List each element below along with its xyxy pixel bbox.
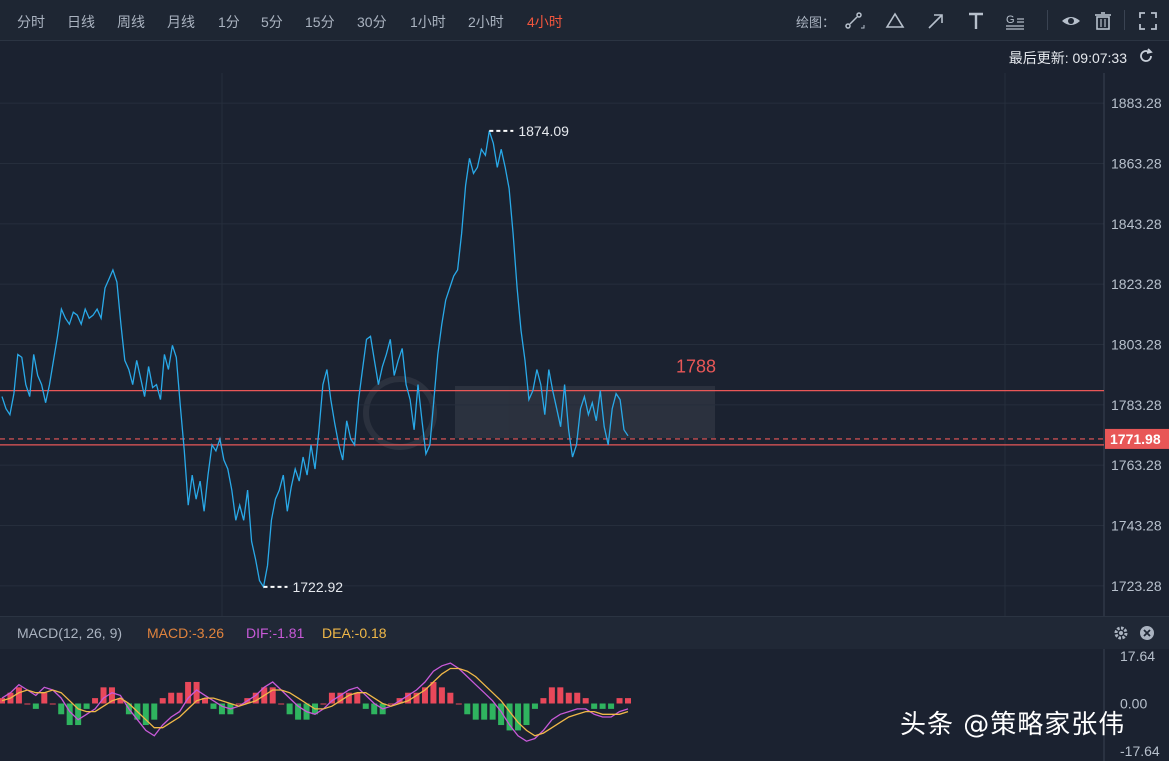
macd-bar	[286, 703, 293, 715]
macd-bar	[41, 692, 48, 704]
draw-label: 绘图：	[796, 15, 836, 30]
triangle-icon[interactable]	[884, 10, 906, 32]
eye-icon[interactable]	[1060, 10, 1082, 32]
macd-bar	[15, 687, 22, 704]
macd-bar	[32, 703, 39, 709]
fullscreen-icon[interactable]	[1137, 10, 1159, 32]
tab-monthly[interactable]: 月线	[167, 12, 195, 32]
y-tick-label: 1883.28	[1111, 95, 1162, 111]
macd-bar	[523, 703, 530, 726]
tab-4hour[interactable]: 4小时	[527, 12, 563, 32]
level-label: 1788	[676, 357, 716, 377]
macd-bar	[328, 692, 335, 704]
update-bar: 最后更新: 09:07:33	[0, 41, 1169, 73]
y-tick-label: 1743.28	[1111, 518, 1162, 534]
macd-bar	[548, 687, 555, 704]
macd-bar	[531, 703, 538, 709]
toolbar-divider	[1124, 10, 1125, 30]
arrow-icon[interactable]	[925, 10, 947, 32]
macd-y-axis: 17.640.00-17.64	[1120, 649, 1160, 759]
macd-bar	[574, 692, 581, 704]
toolbar-divider	[1047, 10, 1048, 30]
svg-text:G: G	[1006, 14, 1015, 26]
macd-bar	[506, 703, 513, 731]
macd-bar	[608, 703, 615, 709]
tab-weekly[interactable]: 周线	[117, 12, 145, 32]
macd-bar	[438, 687, 445, 704]
macd-bar	[151, 703, 158, 720]
dif-value: DIF:-1.81	[246, 625, 305, 641]
macd-bar	[159, 698, 166, 704]
y-tick-label: 1723.28	[1111, 578, 1162, 594]
macd-bar	[24, 703, 31, 705]
macd-bar	[278, 703, 285, 705]
macd-y-tick-label: 17.64	[1120, 649, 1155, 664]
macd-bar	[354, 692, 361, 704]
extreme-label: 1722.92	[292, 579, 343, 595]
y-tick-label: 1803.28	[1111, 337, 1162, 353]
macd-value: MACD:-3.26	[147, 625, 225, 641]
tab-15min[interactable]: 15分	[305, 12, 335, 32]
macd-bar	[92, 698, 99, 704]
timeframe-toolbar: 分时 日线 周线 月线 1分 5分 15分 30分 1小时 2小时 4小时 绘图…	[0, 0, 1169, 41]
tab-daily[interactable]: 日线	[67, 12, 95, 32]
y-tick-label: 1843.28	[1111, 216, 1162, 232]
macd-bar	[210, 703, 217, 709]
macd-bar	[616, 698, 623, 704]
macd-bar	[58, 703, 65, 715]
tab-5min[interactable]: 5分	[261, 12, 283, 32]
macd-bar	[565, 692, 572, 704]
macd-bar	[168, 692, 175, 704]
macd-bar	[599, 703, 606, 709]
macd-bar	[540, 698, 547, 704]
tab-1hour[interactable]: 1小时	[410, 12, 446, 32]
macd-bar	[591, 703, 598, 709]
high-low-markers: 1874.09 1722.92	[263, 123, 569, 595]
fibonacci-icon[interactable]: G	[1004, 10, 1026, 32]
macd-bar	[320, 703, 327, 705]
macd-bar	[582, 698, 589, 704]
last-update-text: 最后更新: 09:07:33	[1008, 50, 1127, 66]
y-tick-label: 1823.28	[1111, 276, 1162, 292]
macd-bar	[557, 687, 564, 704]
macd-bar	[472, 703, 479, 720]
tab-fenshi[interactable]: 分时	[17, 12, 45, 32]
macd-bar	[176, 692, 183, 704]
macd-bar	[447, 692, 454, 704]
macd-title: MACD(12, 26, 9)	[17, 625, 123, 641]
gear-icon[interactable]	[1113, 625, 1129, 641]
macd-bar	[430, 681, 437, 704]
trash-icon[interactable]	[1092, 10, 1114, 32]
tab-1min[interactable]: 1分	[218, 12, 240, 32]
y-tick-label: 1863.28	[1111, 156, 1162, 172]
refresh-icon[interactable]	[1137, 47, 1155, 65]
macd-bar	[481, 703, 488, 720]
macd-bar	[489, 703, 496, 720]
macd-bar	[83, 703, 90, 709]
dea-value: DEA:-0.18	[322, 625, 387, 641]
segment-icon[interactable]	[843, 10, 865, 32]
grid	[0, 73, 1104, 616]
tab-2hour[interactable]: 2小时	[468, 12, 504, 32]
macd-y-tick-label: -17.64	[1120, 743, 1160, 759]
price-chart[interactable]: 1883.28 1863.28 1843.28 1823.28 1803.28 1783.…	[0, 73, 1169, 616]
macd-header: MACD(12, 26, 9) MACD:-3.26 DIF:-1.81 DEA…	[0, 616, 1169, 649]
macd-bar	[49, 703, 56, 705]
current-price-label: 1771.98	[1110, 431, 1161, 447]
macd-bar	[515, 703, 522, 731]
text-icon[interactable]	[965, 10, 987, 32]
watermark-text: 头条 @策略家张伟	[900, 710, 1126, 740]
y-tick-label: 1783.28	[1111, 397, 1162, 413]
y-axis: 1883.28 1863.28 1843.28 1823.28 1803.28 1783.…	[1111, 95, 1162, 594]
extreme-label: 1874.09	[518, 123, 569, 139]
price-series-line	[1, 130, 629, 589]
y-tick-label: 1763.28	[1111, 457, 1162, 473]
macd-bar	[625, 698, 631, 704]
macd-bar	[455, 703, 462, 705]
tab-30min[interactable]: 30分	[357, 12, 387, 32]
macd-histogram	[0, 681, 631, 731]
macd-bar	[362, 703, 369, 709]
macd-bar	[464, 703, 471, 715]
close-icon[interactable]	[1139, 625, 1155, 641]
